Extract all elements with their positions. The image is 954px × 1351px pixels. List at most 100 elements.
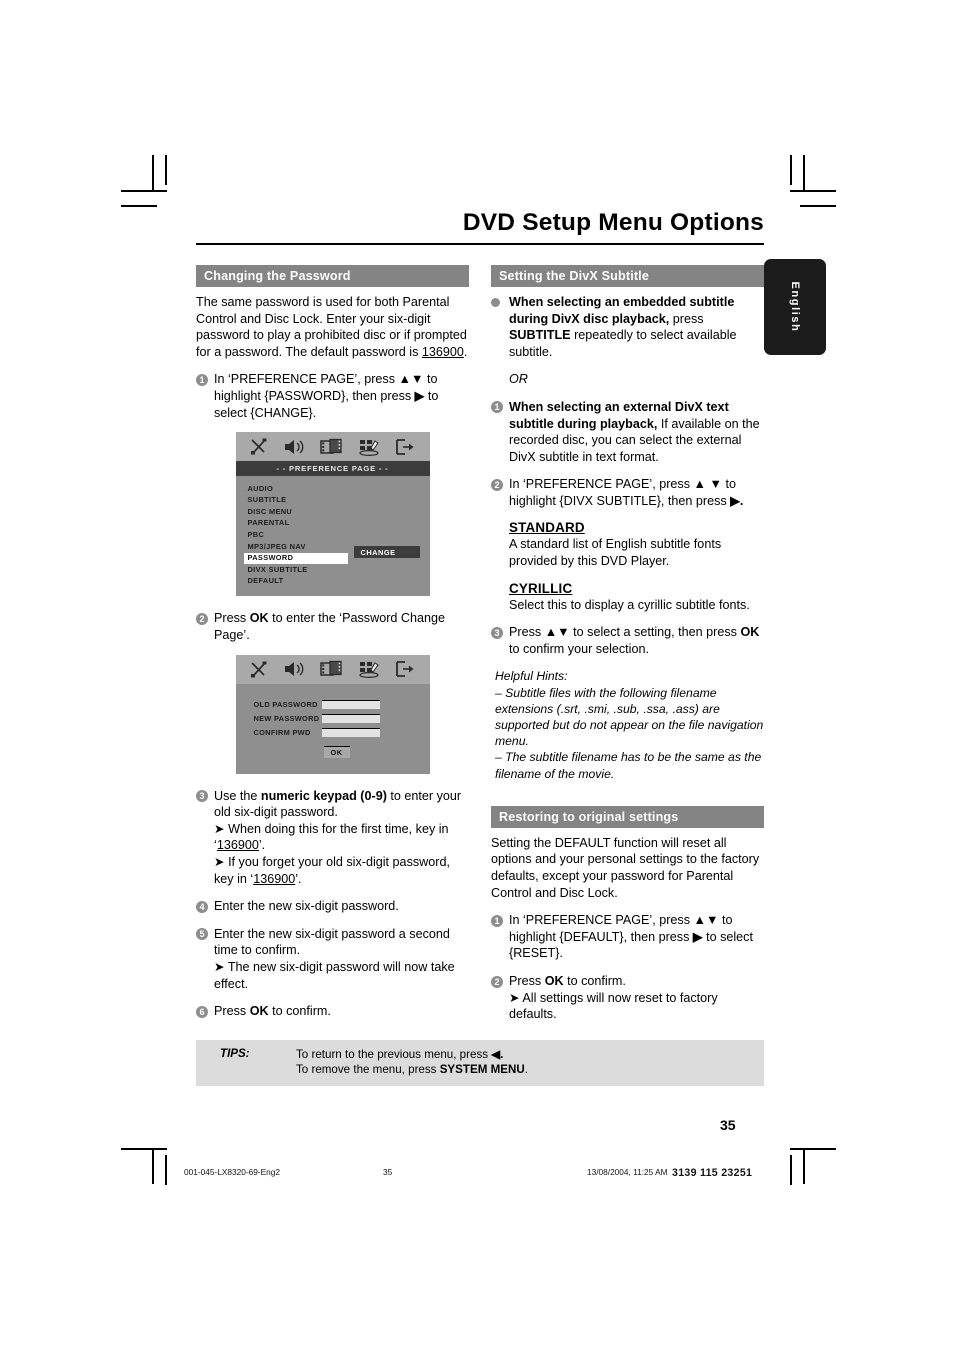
default-password-code-2: 136900 [253,871,296,886]
arrow-icon-4: ➤ [509,990,520,1005]
bullet-text: press [669,311,704,326]
arrow-icon-3: ➤ [214,959,225,974]
step-number: 3 [196,790,208,803]
left-step-2: 2 Press OK to enter the ‘Password Change… [196,610,469,643]
osd-item-parental[interactable]: PARENTAL [246,518,430,530]
content-columns: Changing the Password The same password … [196,264,764,1034]
step-number: 1 [491,401,503,414]
crop-mark-top-left-v [152,155,154,191]
divx-bullet-1: When selecting an embedded subtitle duri… [491,294,764,360]
left-step-1: 1 In ‘PREFERENCE PAGE’, press ▲▼ to high… [196,371,469,421]
default-password-value: 136900 [421,344,464,359]
confirm-password-field[interactable] [321,727,380,737]
crop-mark-top-right-v2 [790,155,792,185]
preference-setup-icon [359,439,379,456]
preference-setup-icon [359,662,379,679]
video-setup-icon [320,438,342,454]
left-step-4: 4 Enter the new six-digit password. [196,898,469,915]
step-text: In ‘PREFERENCE PAGE’, press [214,372,399,387]
title-divider [196,242,764,245]
divx-step-3: 3 Press ▲▼ to select a setting, then pre… [491,624,764,657]
standard-option-heading: STANDARD [509,520,585,536]
osd-item-disc-menu[interactable]: DISC MENU [246,506,430,518]
left-column: Changing the Password The same password … [196,264,469,1034]
tips-box: TIPS: To return to the previous menu, pr… [196,1039,764,1086]
page-title: DVD Setup Menu Options [462,209,764,236]
divx-step-2: 2 In ‘PREFERENCE PAGE’, press ▲ ▼ to hig… [491,476,764,509]
default-password-code-1: 136900 [216,838,259,853]
system-menu-key-label: SYSTEM MENU [439,1063,525,1077]
old-password-field[interactable] [321,699,380,709]
restore-intro-text: Setting the DEFAULT function will reset … [491,835,760,900]
divx-options: STANDARD A standard list of English subt… [491,520,764,613]
tips-label: TIPS: [220,1046,250,1060]
page-number: 35 [720,1117,736,1133]
osd-body: AUDIO SUBTITLE DISC MENU PARENTAL PBC MP… [236,476,430,596]
osd-item-default[interactable]: DEFAULT [246,576,430,588]
helpful-hints-block: Helpful Hints: – Subtitle files with the… [495,668,764,781]
footer-document-id: 001-045-LX8320-69-Eng2 [184,1167,280,1177]
step-text-2: to confirm. [563,974,626,989]
osd-password-change-chip[interactable]: CHANGE [353,546,420,559]
section-heading-divx-subtitle: Setting the DivX Subtitle [491,264,764,287]
osd-preference-page-screenshot: - - PREFERENCE PAGE - - AUDIO SUBTITLE D… [235,432,430,597]
osd-ok-button[interactable]: OK [323,745,350,758]
crop-mark-top-right-h2 [800,205,836,207]
audio-setup-icon [284,662,304,677]
step-number: 1 [491,914,503,927]
osd-menu-list: AUDIO SUBTITLE DISC MENU PARENTAL PBC MP… [236,483,430,587]
standard-option-text: A standard list of English subtitle font… [509,537,722,569]
osd-item-subtitle[interactable]: SUBTITLE [246,495,430,507]
updown-arrow-icon: ▲ ▼ [693,477,722,492]
manual-page: DVD Setup Menu Options Changing the Pass… [196,209,764,1086]
footer-code: 3139 115 23251 [672,1167,753,1179]
left-step-5: 5 Enter the new six-digit password a sec… [196,926,469,992]
language-tab-label: English [789,281,801,333]
crop-mark-top-left-h [121,190,167,192]
step-number: 1 [196,373,208,386]
crop-mark-top-left-v2 [165,155,167,185]
tips-line-1-text: To return to the previous menu, press [296,1047,492,1061]
osd-icon-bar [235,432,430,462]
helpful-hint-1: – Subtitle files with the following file… [495,685,764,749]
step-substep-1-end: ’. [258,838,266,853]
audio-setup-icon [284,439,304,454]
old-password-row: OLD PASSWORD [254,699,430,709]
or-separator: OR [509,372,528,387]
page-title-row: DVD Setup Menu Options [196,209,764,237]
step-text-2: to confirm. [268,1004,331,1019]
footer-page-number: 35 [383,1167,393,1177]
divx-step-1: 1 When selecting an external DivX text s… [491,399,764,465]
step-text: Press [214,611,250,626]
general-setup-icon [250,661,267,678]
left-arrow-icon: ◀. [491,1047,504,1061]
helpful-hints-title: Helpful Hints: [495,669,568,684]
step-number: 5 [196,928,208,941]
crop-mark-bottom-right-h [790,1148,836,1150]
step-number: 6 [196,1005,208,1018]
helpful-hint-2: – The subtitle filename has to be the sa… [495,750,762,781]
ok-key-label: OK [249,611,269,626]
arrow-icon-2: ➤ [214,855,225,869]
step-text-3: to confirm your selection. [509,641,649,656]
tips-line-2-end: . [524,1063,528,1077]
subtitle-key-label: SUBTITLE [509,328,571,343]
osd-item-password[interactable]: PASSWORD [243,552,348,565]
crop-mark-top-right-v [803,155,805,191]
right-column: Setting the DivX Subtitle When selecting… [491,264,764,1034]
cyrillic-option-heading: CYRILLIC [509,580,573,596]
step-substep-2-end: ’. [295,871,302,886]
step-number: 3 [491,626,503,639]
ok-key-label: OK [740,625,760,640]
general-setup-icon [250,438,267,455]
step-text: In ‘PREFERENCE PAGE’, press [509,913,694,928]
confirm-password-row: CONFIRM PWD [254,727,430,737]
step-text: Press [509,974,545,989]
new-password-field[interactable] [321,713,380,723]
restore-step-1: 1 In ‘PREFERENCE PAGE’, press ▲▼ to high… [491,912,764,962]
osd-item-audio[interactable]: AUDIO [246,483,430,495]
left-step-6: 6 Press OK to confirm. [196,1003,469,1020]
arrow-icon: ➤ [214,821,225,836]
osd-item-pbc[interactable]: PBC [246,529,430,541]
osd-item-divx-subtitle[interactable]: DIVX SUBTITLE [246,564,430,576]
